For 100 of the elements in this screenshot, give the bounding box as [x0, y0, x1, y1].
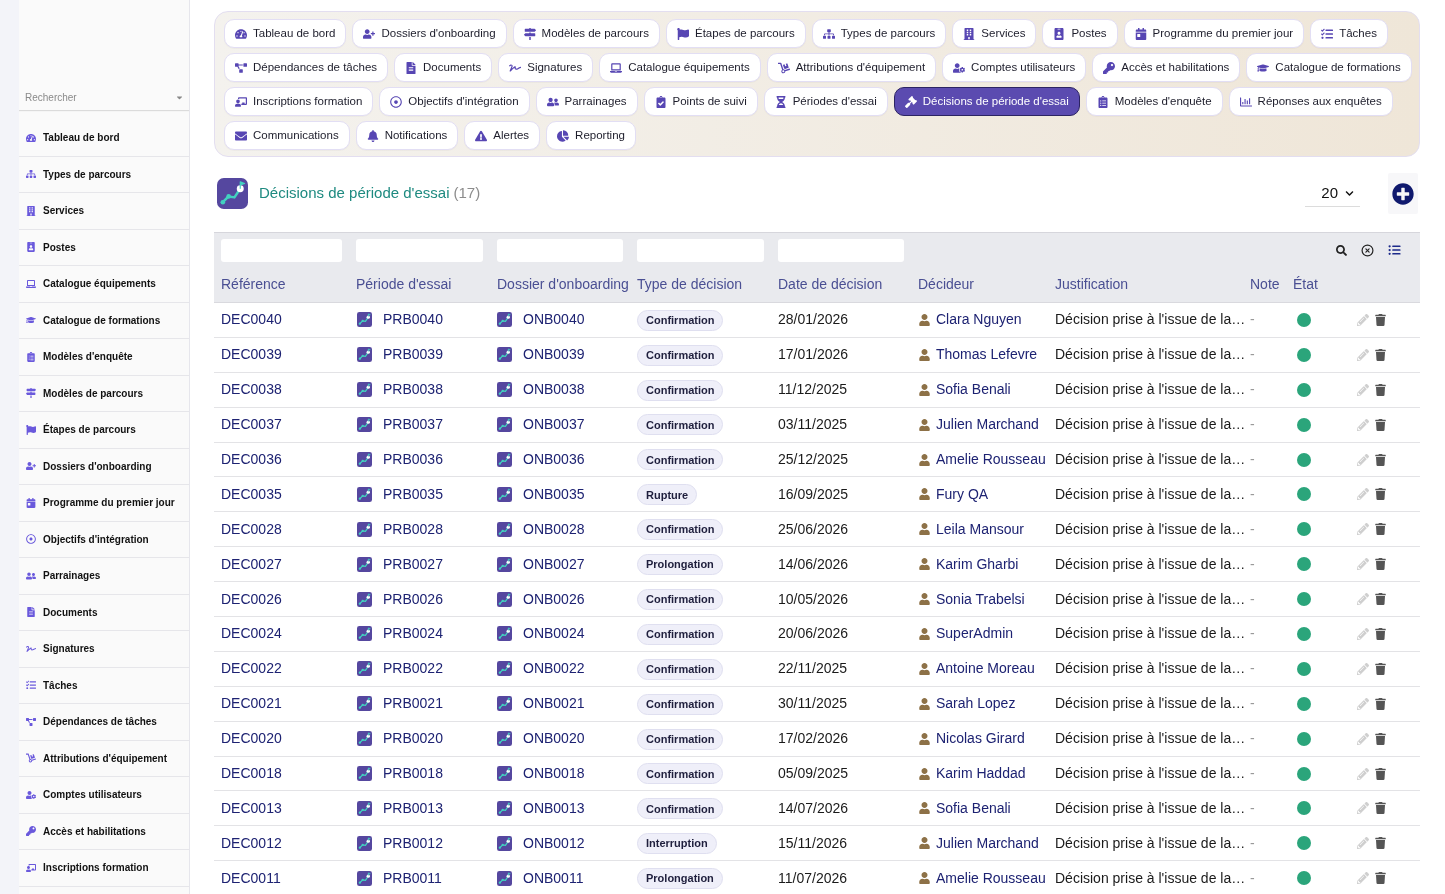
- page-size-select[interactable]: 20: [1305, 180, 1360, 207]
- sidebar-item[interactable]: Objectifs d'intégration: [19, 521, 189, 558]
- trial-period-link[interactable]: PRB0012: [383, 832, 443, 854]
- nav-tab[interactable]: Signatures: [498, 53, 594, 82]
- sidebar-item[interactable]: Signatures: [19, 631, 189, 668]
- reference-link[interactable]: DEC0026: [221, 590, 282, 607]
- trial-period-link[interactable]: PRB0039: [383, 344, 443, 366]
- trash-icon[interactable]: [1375, 872, 1386, 885]
- sidebar-item[interactable]: Programme du premier jour: [19, 485, 189, 522]
- trash-icon[interactable]: [1375, 732, 1386, 745]
- decider-link[interactable]: Clara Nguyen: [936, 309, 1022, 331]
- trash-icon[interactable]: [1375, 313, 1386, 326]
- reference-link[interactable]: DEC0020: [221, 730, 282, 747]
- reference-link[interactable]: DEC0035: [221, 485, 282, 502]
- trash-icon[interactable]: [1375, 767, 1386, 780]
- onboarding-link[interactable]: ONB0035: [523, 483, 585, 505]
- nav-tab[interactable]: Services: [952, 19, 1037, 48]
- sidebar-item[interactable]: Postes: [19, 229, 189, 266]
- nav-tab[interactable]: Décisions de période d'essai: [893, 87, 1080, 116]
- reference-link[interactable]: DEC0021: [221, 695, 282, 712]
- trash-icon[interactable]: [1375, 558, 1386, 571]
- trial-period-link[interactable]: PRB0013: [383, 797, 443, 819]
- add-button[interactable]: [1388, 173, 1418, 214]
- nav-tab[interactable]: Types de parcours: [811, 19, 947, 48]
- nav-tab[interactable]: Notifications: [355, 121, 459, 150]
- nav-tab[interactable]: Modèles d'enquête: [1085, 87, 1223, 116]
- sidebar-item[interactable]: Dossiers d'onboarding: [19, 448, 189, 485]
- decider-link[interactable]: Nicolas Girard: [936, 728, 1025, 750]
- reference-link[interactable]: DEC0024: [221, 625, 282, 642]
- sidebar-item[interactable]: Documents: [19, 594, 189, 631]
- column-header[interactable]: Référence: [221, 276, 286, 292]
- column-header[interactable]: Note: [1250, 276, 1280, 292]
- column-header[interactable]: Type de décision: [637, 276, 743, 292]
- column-header[interactable]: Date de décision: [778, 276, 883, 292]
- nav-tab[interactable]: Comptes utilisateurs: [942, 53, 1087, 82]
- onboarding-link[interactable]: ONB0021: [523, 693, 585, 715]
- trial-period-link[interactable]: PRB0018: [383, 763, 443, 784]
- decider-link[interactable]: SuperAdmin: [936, 623, 1014, 645]
- nav-tab[interactable]: Dépendances de tâches: [224, 53, 389, 82]
- nav-tab[interactable]: Catalogue de formations: [1246, 53, 1412, 82]
- circle-x-icon[interactable]: [1361, 243, 1374, 257]
- trash-icon[interactable]: [1375, 488, 1386, 501]
- decider-link[interactable]: Julien Marchand: [936, 832, 1039, 854]
- sidebar-item[interactable]: Attributions d'équipement: [19, 740, 189, 777]
- nav-tab[interactable]: Modèles de parcours: [512, 19, 660, 48]
- trial-period-link[interactable]: PRB0022: [383, 658, 443, 680]
- sidebar-item[interactable]: Accès et habilitations: [19, 813, 189, 850]
- trial-period-link[interactable]: PRB0038: [383, 379, 443, 401]
- decider-link[interactable]: Karim Gharbi: [936, 553, 1019, 575]
- onboarding-link[interactable]: ONB0022: [523, 658, 585, 680]
- trial-period-link[interactable]: PRB0024: [383, 623, 443, 645]
- trash-icon[interactable]: [1375, 453, 1386, 466]
- column-header[interactable]: Justification: [1055, 276, 1129, 292]
- onboarding-link[interactable]: ONB0011: [523, 867, 584, 889]
- nav-tab[interactable]: Parrainages: [535, 87, 638, 116]
- sidebar-item[interactable]: Services: [19, 193, 189, 230]
- nav-tab[interactable]: Étapes de parcours: [665, 19, 806, 48]
- list-icon[interactable]: [1388, 244, 1401, 256]
- nav-tab[interactable]: Postes: [1042, 19, 1118, 48]
- decider-link[interactable]: Karim Haddad: [936, 763, 1026, 784]
- reference-link[interactable]: DEC0013: [221, 799, 282, 816]
- reference-link[interactable]: DEC0011: [221, 869, 281, 886]
- nav-tab[interactable]: Réponses aux enquêtes: [1228, 87, 1393, 116]
- nav-tab[interactable]: Inscriptions formation: [224, 87, 374, 116]
- sidebar-item[interactable]: Inscriptions formation: [19, 850, 189, 887]
- column-header[interactable]: État: [1293, 276, 1318, 292]
- reference-link[interactable]: DEC0036: [221, 451, 282, 467]
- sidebar-item[interactable]: Dépendances de tâches: [19, 704, 189, 741]
- reference-link[interactable]: DEC0040: [221, 311, 282, 328]
- nav-tab[interactable]: Tâches: [1310, 19, 1388, 48]
- sidebar-item[interactable]: Catalogue équipements: [19, 266, 189, 303]
- nav-tab[interactable]: Programme du premier jour: [1123, 19, 1305, 48]
- decider-link[interactable]: Leila Mansour: [936, 518, 1024, 540]
- onboarding-link[interactable]: ONB0037: [523, 414, 585, 436]
- trash-icon[interactable]: [1375, 697, 1386, 710]
- nav-tab[interactable]: Accès et habilitations: [1092, 53, 1241, 82]
- trial-period-link[interactable]: PRB0021: [383, 693, 443, 715]
- trial-period-link[interactable]: PRB0036: [383, 449, 443, 470]
- trial-period-link[interactable]: PRB0037: [383, 414, 443, 436]
- onboarding-link[interactable]: ONB0028: [523, 518, 585, 540]
- trial-period-link[interactable]: PRB0011: [383, 867, 442, 889]
- sidebar-item[interactable]: Étapes de parcours: [19, 412, 189, 449]
- nav-tab[interactable]: Tableau de bord: [224, 19, 347, 48]
- onboarding-link[interactable]: ONB0013: [523, 797, 585, 819]
- trash-icon[interactable]: [1375, 837, 1386, 850]
- trial-period-link[interactable]: PRB0026: [383, 588, 443, 610]
- column-header[interactable]: Période d'essai: [356, 276, 452, 292]
- nav-tab[interactable]: Communications: [224, 121, 350, 150]
- column-header[interactable]: Dossier d'onboarding: [497, 276, 629, 292]
- nav-tab[interactable]: Périodes d'essai: [763, 87, 888, 116]
- sidebar-item[interactable]: Modèles d'enquête: [19, 339, 189, 376]
- nav-tab[interactable]: Reporting: [546, 121, 636, 150]
- decider-link[interactable]: Fury QA: [936, 483, 989, 505]
- sidebar-item[interactable]: Catalogue de formations: [19, 302, 189, 339]
- onboarding-link[interactable]: ONB0040: [523, 309, 585, 331]
- sidebar-item[interactable]: Tâches: [19, 667, 189, 704]
- sidebar-item[interactable]: Comptes utilisateurs: [19, 777, 189, 814]
- trash-icon[interactable]: [1375, 627, 1386, 640]
- reference-link[interactable]: DEC0018: [221, 765, 282, 781]
- column-header[interactable]: Décideur: [918, 276, 975, 292]
